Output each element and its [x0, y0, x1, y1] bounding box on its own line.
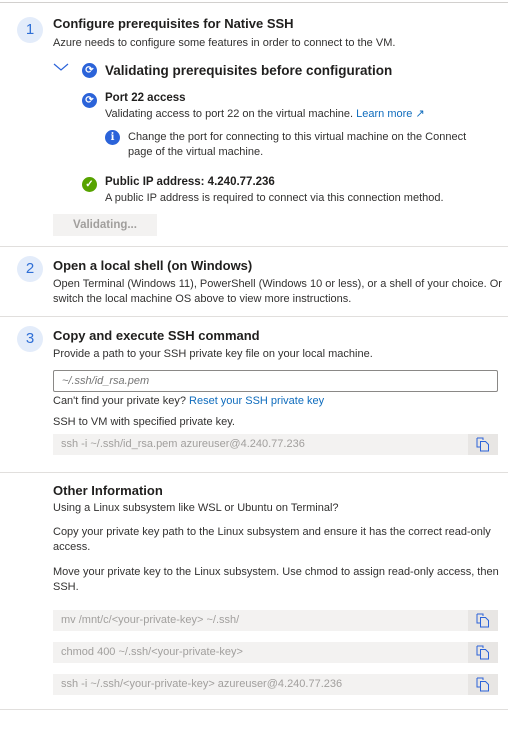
private-key-path-input[interactable] — [53, 370, 498, 392]
step-3-description: Provide a path to your SSH private key f… — [53, 348, 373, 360]
ssh-label: SSH to VM with specified private key. — [53, 416, 235, 428]
other-question: Using a Linux subsystem like WSL or Ubun… — [53, 502, 339, 514]
port-title: Port 22 access — [105, 92, 186, 104]
chmod-command-field: chmod 400 ~/.ssh/<your-private-key> — [53, 642, 498, 663]
other-p1: Copy your private key path to the Linux … — [53, 526, 491, 553]
reset-key-link[interactable]: Reset your SSH private key — [189, 395, 324, 407]
copy-button[interactable] — [468, 610, 498, 631]
copy-icon — [476, 437, 489, 452]
copy-icon — [476, 645, 489, 660]
chevron-down-icon[interactable] — [53, 62, 69, 76]
learn-more-link[interactable]: Learn more — [356, 108, 412, 120]
ssh-command: ssh -i ~/.ssh/id_rsa.pem azureuser@4.240… — [61, 438, 305, 450]
step-2-title: Open a local shell (on Windows) — [53, 258, 253, 273]
other-info-title: Other Information — [53, 483, 163, 498]
copy-button[interactable] — [468, 434, 498, 455]
port-description: Validating access to port 22 on the virt… — [105, 108, 354, 120]
ssh-wsl-command: ssh -i ~/.ssh/<your-private-key> azureus… — [61, 678, 343, 690]
step-1-title: Configure prerequisites for Native SSH — [53, 16, 294, 31]
mv-command: mv /mnt/c/<your-private-key> ~/.ssh/ — [61, 614, 240, 626]
copy-icon — [476, 677, 489, 692]
validating-header: Validating prerequisites before configur… — [105, 63, 393, 78]
step-2-badge: 2 — [17, 256, 43, 282]
copy-button[interactable] — [468, 642, 498, 663]
ip-description: A public IP address is required to conne… — [105, 192, 444, 204]
check-icon: ✓ — [82, 177, 97, 192]
info-icon: i — [105, 130, 120, 145]
step-1-description: Azure needs to configure some features i… — [53, 37, 396, 49]
copy-icon — [476, 613, 489, 628]
chmod-command: chmod 400 ~/.ssh/<your-private-key> — [61, 646, 243, 658]
port-info: Change the port for connecting to this v… — [128, 131, 467, 158]
sync-icon: ⟳ — [82, 93, 97, 108]
mv-command-field: mv /mnt/c/<your-private-key> ~/.ssh/ — [53, 610, 498, 631]
step-1-badge: 1 — [17, 17, 43, 43]
copy-button[interactable] — [468, 674, 498, 695]
sync-icon: ⟳ — [82, 63, 97, 78]
validating-button[interactable]: Validating... — [53, 214, 157, 236]
other-p2: Move your private key to the Linux subsy… — [53, 566, 499, 593]
ssh-command-field: ssh -i ~/.ssh/id_rsa.pem azureuser@4.240… — [53, 434, 498, 455]
step-3-badge: 3 — [17, 326, 43, 352]
reset-prompt: Can't find your private key? — [53, 395, 186, 407]
ip-title: Public IP address: 4.240.77.236 — [105, 176, 275, 188]
ssh-wsl-command-field: ssh -i ~/.ssh/<your-private-key> azureus… — [53, 674, 498, 695]
step-3-title: Copy and execute SSH command — [53, 328, 260, 343]
step-2-description: Open Terminal (Windows 11), PowerShell (… — [53, 278, 502, 305]
external-link-icon: ↗ — [415, 108, 425, 120]
